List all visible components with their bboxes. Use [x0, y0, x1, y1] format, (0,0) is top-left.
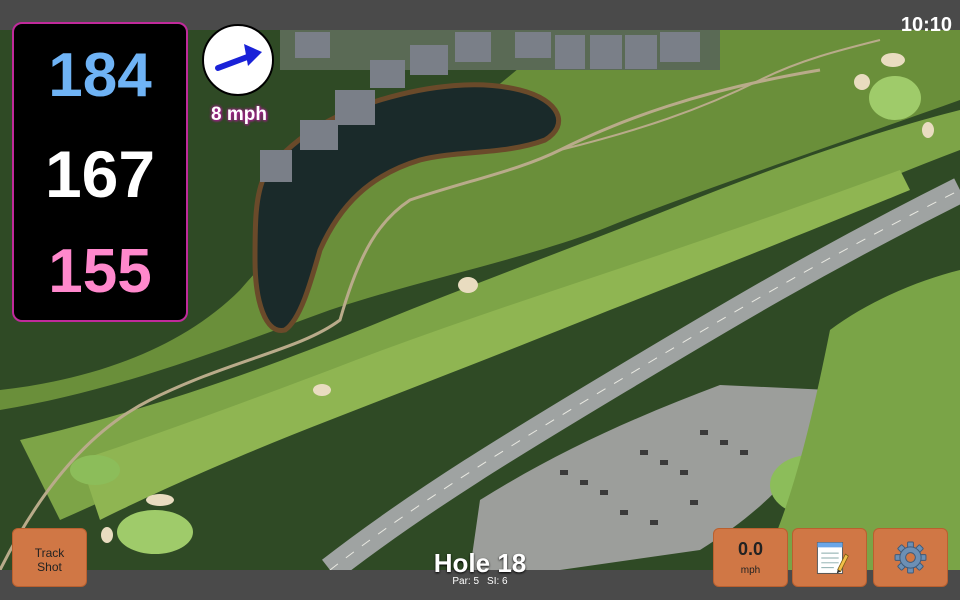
hole-stroke-index: SI: 6: [487, 576, 508, 587]
settings-button[interactable]: [873, 528, 948, 587]
gear-icon: [894, 541, 927, 574]
notepad-icon: [816, 542, 849, 574]
wind-indicator: [202, 24, 274, 96]
hole-info: Par: 5 SI: 6: [380, 576, 580, 587]
hole-par: Par: 5: [452, 576, 480, 587]
hole-title: Hole 18: [433, 548, 527, 578]
wind-speed: 8 mph: [211, 104, 267, 125]
speed-value: 0.0: [737, 539, 764, 559]
distance-panel: 184 167 155: [12, 22, 188, 322]
track-shot-label-line2: Shot: [37, 560, 62, 574]
speed-unit: mph: [740, 565, 761, 576]
track-shot-label-line1: Track: [34, 546, 65, 560]
notes-button[interactable]: [792, 528, 867, 587]
middle-distance: 167: [44, 137, 156, 211]
back-distance: 184: [48, 41, 152, 110]
clock-time: 10:10: [900, 14, 952, 36]
speed-button[interactable]: 0.0 mph: [713, 528, 788, 587]
arrow-icon: [215, 44, 262, 71]
track-shot-button[interactable]: Track Shot: [12, 528, 87, 587]
front-distance: 155: [48, 237, 152, 306]
